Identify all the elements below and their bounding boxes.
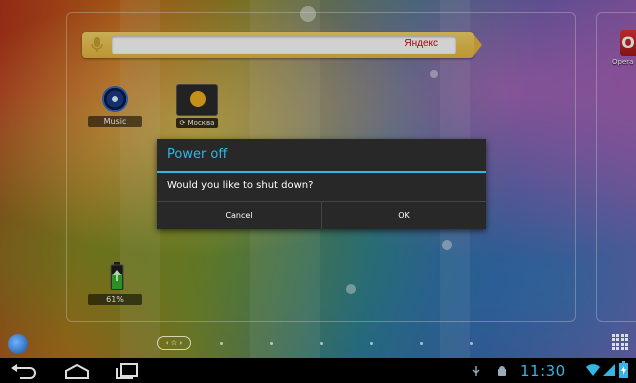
page-dot xyxy=(320,342,323,345)
page-dot xyxy=(370,342,373,345)
page-dot xyxy=(270,342,273,345)
cancel-button[interactable]: Cancel xyxy=(157,202,321,229)
recent-apps-icon[interactable] xyxy=(112,362,142,380)
dialog-button-bar: Cancel OK xyxy=(157,201,486,229)
ok-button[interactable]: OK xyxy=(321,202,486,229)
status-clock[interactable]: 11:30 xyxy=(520,362,566,380)
all-apps-icon[interactable] xyxy=(612,334,628,350)
back-icon[interactable] xyxy=(8,362,38,380)
signal-icon xyxy=(603,364,615,376)
dialog-title-divider xyxy=(157,171,486,173)
home-icon[interactable] xyxy=(62,362,92,380)
battery-status-icon xyxy=(619,361,628,378)
usb-icon xyxy=(472,366,480,376)
power-off-dialog: Power off Would you like to shut down? C… xyxy=(157,139,486,229)
wifi-icon xyxy=(586,364,600,376)
dialog-title: Power off xyxy=(167,147,228,162)
page-dot xyxy=(220,342,223,345)
page-dot xyxy=(470,342,473,345)
dialog-message: Would you like to shut down? xyxy=(167,180,314,191)
page-indicator[interactable]: ‹ ☆ › xyxy=(157,336,191,350)
page-dot xyxy=(420,342,423,345)
android-debug-icon xyxy=(498,366,506,376)
globe-icon[interactable] xyxy=(8,334,28,354)
